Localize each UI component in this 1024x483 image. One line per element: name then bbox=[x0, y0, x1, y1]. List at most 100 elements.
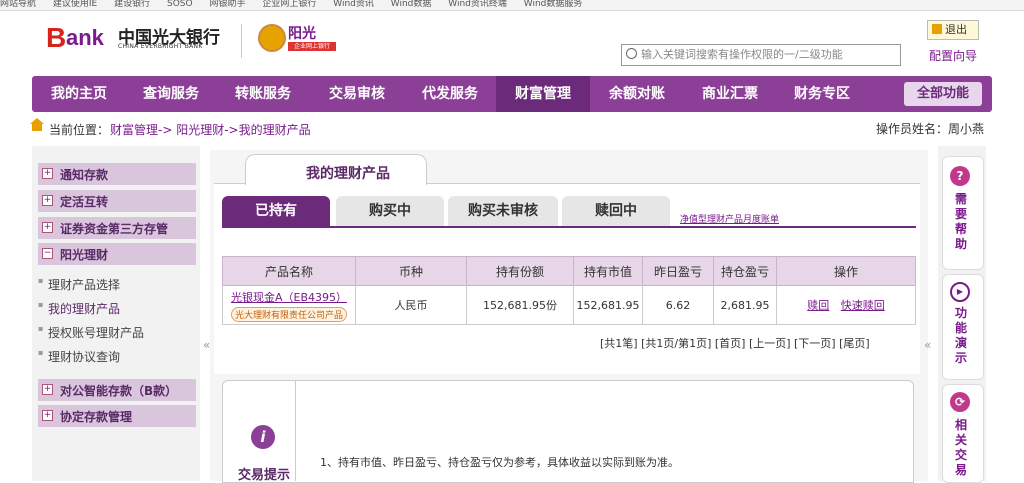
col-header-shares: 持有份额 bbox=[466, 256, 574, 286]
expand-icon: + bbox=[42, 410, 53, 421]
logout-button[interactable]: 退出 bbox=[927, 20, 979, 40]
position-pl-cell: 2,681.95 bbox=[713, 285, 777, 325]
products-table: 产品名称 币种 持有份额 持有市值 昨日盈亏 持仓盈亏 操作 光银现金A（EB4… bbox=[222, 256, 916, 325]
page-title: 我的理财产品 bbox=[306, 166, 390, 182]
market-value-cell: 152,681.95 bbox=[573, 285, 643, 325]
sidebar-group-fixed-transfer[interactable]: + 定活互转 bbox=[38, 190, 196, 212]
col-header-position-pl: 持仓盈亏 bbox=[713, 256, 777, 286]
sidebar-item-agreement-query[interactable]: 理财协议查询 bbox=[38, 348, 120, 365]
sidebar-group-agreement-deposit[interactable]: + 协定存款管理 bbox=[38, 405, 196, 427]
logout-icon bbox=[932, 24, 942, 34]
tab-underline bbox=[222, 226, 916, 228]
bank-name-en: CHINA EVERBRIGHT BANK bbox=[118, 43, 203, 50]
expand-icon: + bbox=[42, 222, 53, 233]
bookmark-item[interactable]: Wind资讯终端 bbox=[448, 0, 507, 9]
bookmark-item[interactable]: 网站导航 bbox=[0, 0, 36, 9]
pagination[interactable]: [共1笔] [共1页/第1页] [首页] [上一页] [下一页] [尾页] bbox=[600, 335, 870, 351]
nav-item-wealth[interactable]: 财富管理 bbox=[496, 76, 590, 112]
home-icon bbox=[30, 118, 44, 131]
quick-redeem-link[interactable]: 快速赎回 bbox=[841, 299, 885, 312]
tab-purchase-unreviewed[interactable]: 购买未审核 bbox=[448, 196, 558, 227]
col-header-product: 产品名称 bbox=[222, 256, 356, 286]
bookmark-item[interactable]: 建议使用IE bbox=[53, 0, 97, 9]
sidebar-group-label: 协定存款管理 bbox=[60, 410, 133, 424]
tab-redeeming[interactable]: 赎回中 bbox=[562, 196, 670, 227]
table-row: 光银现金A（EB4395） 光大理财有限责任公司产品 人民币 152,681.9… bbox=[222, 285, 916, 325]
nav-item-finance[interactable]: 财务专区 bbox=[783, 76, 861, 112]
expand-icon: + bbox=[42, 195, 53, 206]
info-icon: i bbox=[251, 425, 275, 449]
redeem-link[interactable]: 赎回 bbox=[807, 299, 829, 312]
bookmark-item[interactable]: 网银助手 bbox=[209, 0, 245, 9]
refresh-icon: ⟳ bbox=[950, 392, 970, 412]
nav-item-query[interactable]: 查询服务 bbox=[132, 76, 210, 112]
operator-name: 操作员姓名：周小燕 bbox=[876, 122, 985, 136]
play-icon: ▶ bbox=[950, 282, 970, 302]
sidebar-group-label: 对公智能存款（B款） bbox=[60, 384, 178, 398]
related-label: 相关交易 bbox=[954, 418, 967, 477]
col-header-market-value: 持有市值 bbox=[573, 256, 643, 286]
sidebar-item-authorized-products[interactable]: 授权账号理财产品 bbox=[38, 324, 144, 341]
all-functions-button[interactable]: 全部功能 bbox=[904, 82, 982, 106]
shares-cell: 152,681.95份 bbox=[466, 285, 574, 325]
nav-item-bills[interactable]: 商业汇票 bbox=[691, 76, 769, 112]
tab-holding[interactable]: 已持有 bbox=[222, 196, 330, 227]
col-header-operation: 操作 bbox=[776, 256, 916, 286]
product-name-link[interactable]: 光银现金A（EB4395） bbox=[224, 289, 354, 305]
sidebar-group-smart-deposit[interactable]: + 对公智能存款（B款） bbox=[38, 379, 196, 401]
product-issuer-badge: 光大理财有限责任公司产品 bbox=[230, 306, 347, 322]
bank-logo-b: B bbox=[46, 22, 66, 53]
product-cell: 光银现金A（EB4395） 光大理财有限责任公司产品 bbox=[222, 285, 356, 325]
sidebar-item-my-products[interactable]: 我的理财产品 bbox=[38, 300, 120, 317]
sidebar-group-label: 定活互转 bbox=[60, 195, 109, 209]
bookmarks-bar: 网站导航 建议使用IE 建设银行 SOSO 网银助手 企业网上银行 Wind资讯… bbox=[0, 0, 1024, 11]
demo-label: 功能演示 bbox=[954, 306, 967, 365]
sidebar-group-notice-deposit[interactable]: + 通知存款 bbox=[38, 163, 196, 185]
breadcrumb[interactable]: 财富管理-> 阳光理财->我的理财产品 bbox=[110, 121, 311, 138]
config-guide-link[interactable]: 配置向导 bbox=[929, 47, 977, 64]
currency-cell: 人民币 bbox=[355, 285, 467, 325]
bookmark-item[interactable]: Wind资讯 bbox=[333, 0, 374, 9]
logout-label: 退出 bbox=[945, 23, 967, 36]
bookmark-item[interactable]: SOSO bbox=[167, 0, 193, 9]
nav-item-payroll[interactable]: 代发服务 bbox=[411, 76, 489, 112]
search-icon bbox=[626, 48, 637, 59]
bookmark-item[interactable]: 建设银行 bbox=[114, 0, 150, 9]
tips-divider bbox=[295, 381, 296, 481]
table-header-row: 产品名称 币种 持有份额 持有市值 昨日盈亏 持仓盈亏 操作 bbox=[222, 256, 916, 286]
help-icon: ? bbox=[950, 166, 970, 186]
bank-logo-ank: ank bbox=[66, 25, 104, 50]
nav-item-review[interactable]: 交易审核 bbox=[318, 76, 396, 112]
help-label: 需要帮助 bbox=[954, 192, 967, 251]
sunshine-logo-caption: 企业网上银行 bbox=[288, 42, 336, 51]
sunshine-logo-icon bbox=[258, 24, 286, 52]
logo-divider bbox=[241, 24, 242, 58]
search-placeholder: 输入关键词搜索有操作权限的一/二级功能 bbox=[641, 48, 843, 61]
bookmark-item[interactable]: 企业网上银行 bbox=[262, 0, 316, 9]
nav-item-reconcile[interactable]: 余额对账 bbox=[598, 76, 676, 112]
sidebar-item-product-select[interactable]: 理财产品选择 bbox=[38, 276, 120, 293]
tab-purchasing[interactable]: 购买中 bbox=[336, 196, 444, 227]
tips-text: 1、持有市值、昨日盈亏、持仓盈亏仅为参考，具体收益以实际到账为准。 bbox=[320, 456, 679, 469]
daily-pl-cell: 6.62 bbox=[642, 285, 714, 325]
col-header-currency: 币种 bbox=[355, 256, 467, 286]
sidebar-group-label: 证券资金第三方存管 bbox=[60, 222, 169, 236]
bookmark-item[interactable]: Wind数据 bbox=[391, 0, 432, 9]
tips-title: 交易提示 bbox=[238, 468, 291, 483]
collapse-right-icon[interactable]: « bbox=[924, 338, 931, 352]
expand-icon: + bbox=[42, 168, 53, 179]
collapse-icon: − bbox=[42, 248, 53, 259]
nav-item-transfer[interactable]: 转账服务 bbox=[224, 76, 302, 112]
nav-item-home[interactable]: 我的主页 bbox=[40, 76, 118, 112]
sidebar-group-sunshine-wealth[interactable]: − 阳光理财 bbox=[38, 243, 196, 265]
operation-cell: 赎回 快速赎回 bbox=[776, 285, 916, 325]
breadcrumb-label: 当前位置： bbox=[49, 123, 110, 137]
sunshine-logo-text: 阳光 bbox=[288, 26, 316, 42]
monthly-statement-link[interactable]: 净值型理财产品月度账单 bbox=[680, 212, 779, 225]
search-input[interactable]: 输入关键词搜索有操作权限的一/二级功能 bbox=[621, 44, 901, 66]
bookmark-item[interactable]: Wind数据服务 bbox=[524, 0, 583, 9]
sidebar-group-label: 阳光理财 bbox=[60, 248, 109, 262]
sidebar-group-securities[interactable]: + 证券资金第三方存管 bbox=[38, 217, 196, 239]
sidebar-group-label: 通知存款 bbox=[60, 168, 109, 182]
col-header-daily-pl: 昨日盈亏 bbox=[642, 256, 714, 286]
